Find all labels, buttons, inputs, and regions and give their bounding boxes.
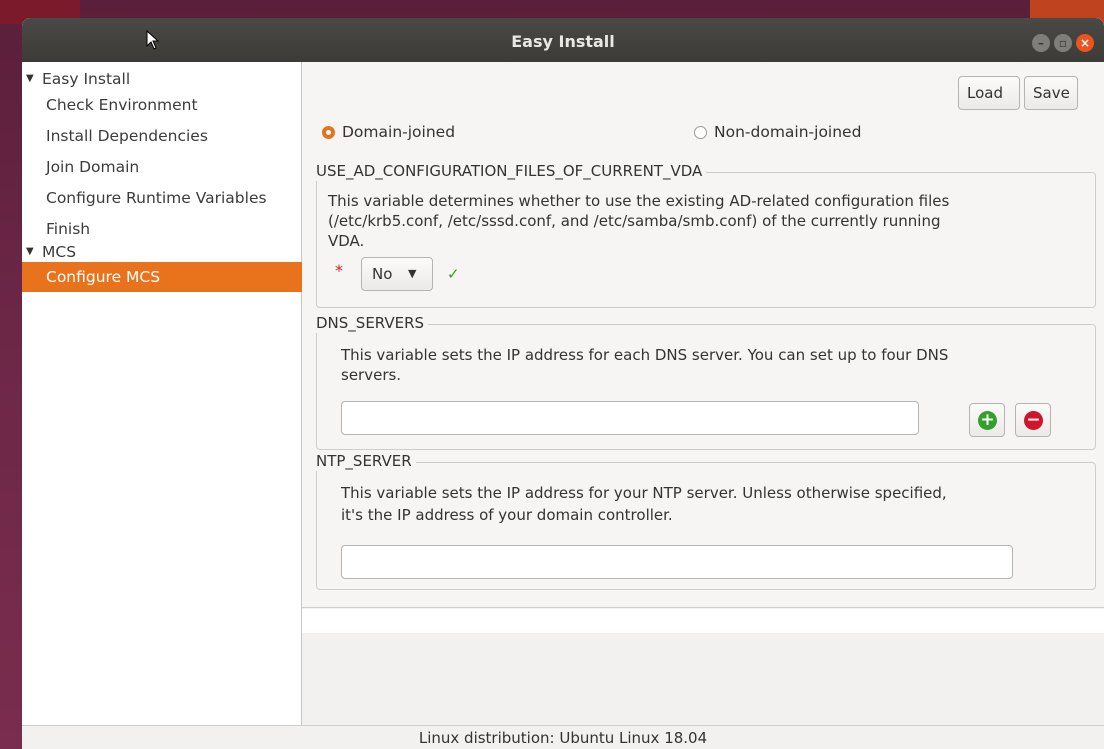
sidebar-tree: ▼ Easy Install Check Environment Install… — [22, 62, 302, 725]
tree-group-label: MCS — [42, 243, 77, 261]
sidebar-item-label: Install Dependencies — [46, 127, 208, 145]
sidebar-item-configure-mcs[interactable]: Configure MCS — [22, 262, 302, 292]
use-ad-config-description-line1: This variable determines whether to use … — [328, 192, 950, 210]
maximize-icon[interactable]: ▫ — [1054, 34, 1072, 52]
title-bar[interactable]: Easy Install – ▫ × — [22, 18, 1104, 62]
sidebar-item-label: Join Domain — [46, 158, 140, 176]
sidebar-item-label: Configure MCS — [46, 268, 161, 286]
radio-domain-joined[interactable]: Domain-joined — [322, 120, 522, 144]
radio-non-domain-joined[interactable]: Non-domain-joined — [694, 120, 914, 144]
radio-selected-icon[interactable] — [322, 126, 335, 139]
load-button[interactable]: Load — [958, 76, 1020, 110]
tree-group-label: Easy Install — [42, 70, 131, 88]
use-ad-config-description-line2: (/etc/krb5.conf, /etc/sssd.conf, and /et… — [328, 212, 941, 230]
use-ad-config-select[interactable]: No ▼ — [361, 257, 433, 291]
status-bar: Linux distribution: Ubuntu Linux 18.04 — [22, 725, 1104, 749]
dns-servers-description-line2: servers. — [341, 366, 402, 384]
dns-server-input[interactable] — [341, 401, 919, 435]
use-ad-config-description-line3: VDA. — [328, 232, 365, 250]
easy-install-window: Easy Install – ▫ × ▼ Easy Install Check … — [22, 18, 1104, 749]
triangle-down-icon: ▼ — [408, 267, 417, 280]
minus-icon: − — [1024, 411, 1043, 430]
add-dns-server-button[interactable]: + — [969, 403, 1005, 437]
required-marker: * — [335, 261, 343, 280]
log-area — [302, 609, 1104, 633]
use-ad-config-group: USE_AD_CONFIGURATION_FILES_OF_CURRENT_VD… — [316, 161, 1096, 308]
window-title: Easy Install — [511, 32, 615, 51]
sidebar-item-install-dependencies[interactable]: Install Dependencies — [22, 121, 302, 151]
minimize-icon[interactable]: – — [1032, 34, 1050, 52]
dns-servers-group: DNS_SERVERS This variable sets the IP ad… — [316, 313, 1096, 450]
ntp-server-description-line2: it's the IP address of your domain contr… — [341, 506, 673, 524]
dns-servers-title: DNS_SERVERS — [316, 313, 429, 333]
ntp-server-input[interactable] — [341, 545, 1013, 579]
close-icon[interactable]: × — [1076, 34, 1094, 52]
ntp-server-description-line1: This variable sets the IP address for yo… — [341, 484, 947, 502]
plus-icon: + — [978, 411, 997, 430]
radio-unselected-icon[interactable] — [694, 126, 707, 139]
save-button[interactable]: Save — [1024, 76, 1078, 110]
use-ad-config-title: USE_AD_CONFIGURATION_FILES_OF_CURRENT_VD… — [316, 161, 707, 181]
status-text: Linux distribution: Ubuntu Linux 18.04 — [418, 729, 708, 747]
sidebar-item-join-domain[interactable]: Join Domain — [22, 152, 302, 182]
sidebar-item-label: Finish — [46, 220, 91, 238]
ntp-server-group: NTP_SERVER This variable sets the IP add… — [316, 451, 1096, 590]
dns-servers-description-line1: This variable sets the IP address for ea… — [341, 346, 949, 364]
sidebar-item-label: Configure Runtime Variables — [46, 189, 267, 207]
radio-label: Domain-joined — [342, 123, 456, 141]
select-value: No — [372, 265, 393, 283]
main-panel: Load Save Domain-joined Non-domain-joine… — [302, 62, 1104, 725]
ntp-server-title: NTP_SERVER — [316, 451, 416, 471]
sidebar-item-configure-runtime-variables[interactable]: Configure Runtime Variables — [22, 183, 302, 213]
checkmark-icon: ✓ — [447, 265, 460, 283]
mouse-pointer-icon — [146, 30, 160, 50]
configuration-form: Load Save Domain-joined Non-domain-joine… — [302, 62, 1104, 608]
sidebar-item-label: Check Environment — [46, 96, 198, 114]
sidebar-item-check-environment[interactable]: Check Environment — [22, 90, 302, 120]
radio-label: Non-domain-joined — [714, 123, 862, 141]
remove-dns-server-button[interactable]: − — [1015, 403, 1051, 437]
